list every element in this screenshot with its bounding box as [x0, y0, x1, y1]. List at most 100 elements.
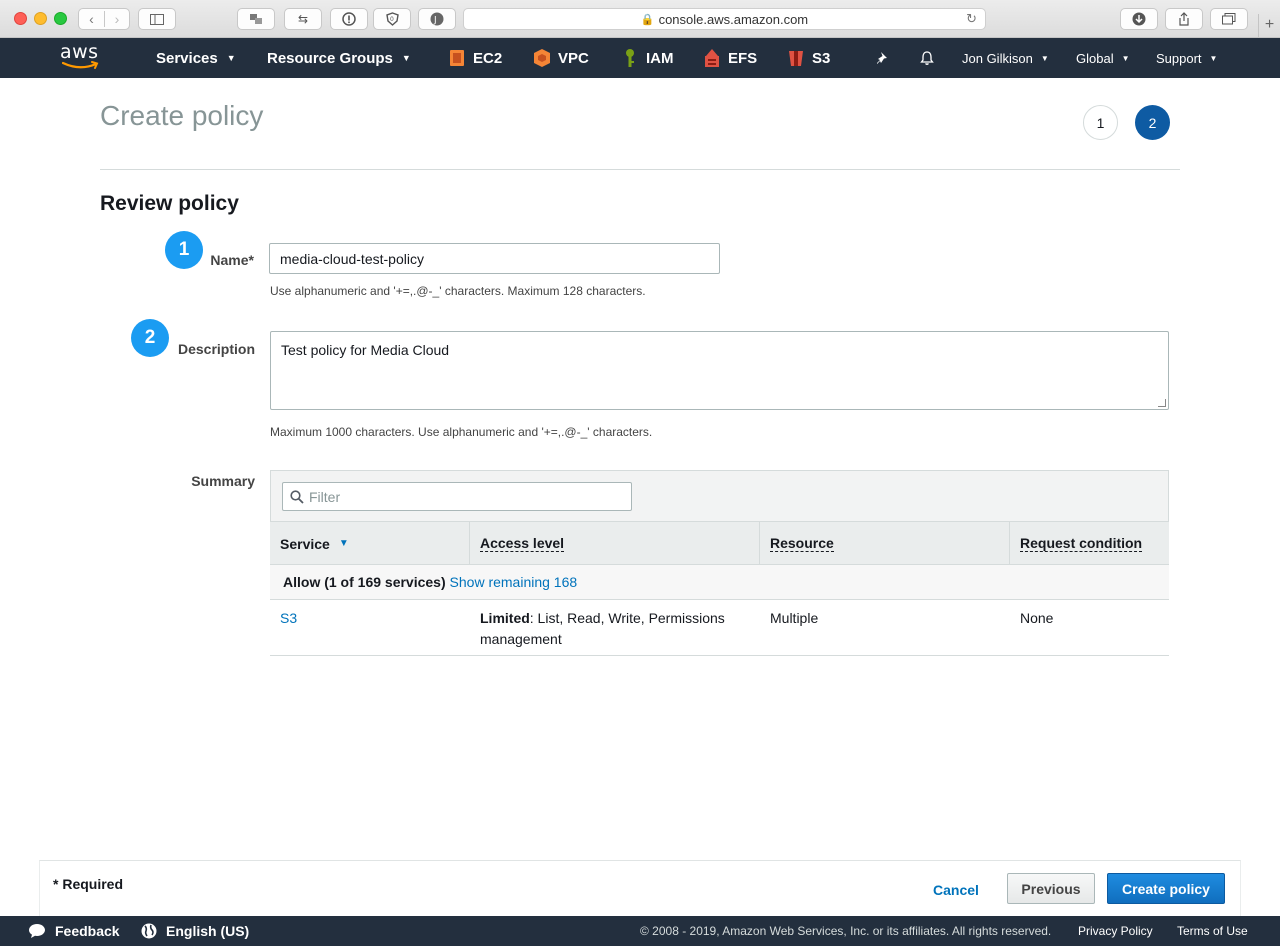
account-menu[interactable]: Jon Gilkison ▼ — [962, 38, 1049, 78]
aws-smile-icon — [62, 61, 99, 69]
required-note: * Required — [53, 876, 124, 892]
chevron-down-icon: ▼ — [1209, 53, 1218, 63]
wizard-step-1[interactable]: 1 — [1083, 105, 1118, 140]
new-tab-button[interactable]: + — [1258, 14, 1280, 38]
share-button[interactable] — [1165, 8, 1203, 30]
allow-group-row: Allow (1 of 169 services) Show remaining… — [270, 565, 1169, 600]
console-footer: Feedback English (US) © 2008 - 2019, Ama… — [0, 916, 1280, 946]
access-level-cell: Limited: List, Read, Write, Permissions … — [480, 608, 750, 650]
history-nav: ‹ › — [78, 8, 130, 30]
chevron-down-icon: ▼ — [1121, 53, 1130, 63]
bell-icon — [920, 51, 934, 65]
resource-groups-menu[interactable]: Resource Groups ▼ — [267, 38, 411, 78]
table-row: S3 Limited: List, Read, Write, Permissio… — [270, 600, 1169, 656]
description-label: Description — [177, 341, 255, 357]
aws-logo-text: aws — [60, 41, 99, 63]
info-circle-icon — [342, 12, 356, 26]
extension-icon — [250, 14, 262, 24]
column-header-label: Access level — [480, 535, 565, 552]
chevron-down-icon: ▼ — [401, 53, 411, 63]
shortcut-label: EFS — [728, 49, 758, 67]
action-footer: * Required Cancel Previous Create policy — [39, 860, 1241, 916]
extension-button-4[interactable]: 0 — [373, 8, 411, 30]
shortcut-ec2[interactable]: EC2 — [448, 38, 502, 78]
vpc-icon — [534, 49, 550, 67]
sidebar-toggle-button[interactable] — [138, 8, 176, 30]
service-link-s3[interactable]: S3 — [280, 610, 297, 626]
forward-icon[interactable]: › — [103, 11, 129, 27]
globe-icon — [141, 923, 157, 939]
back-icon[interactable]: ‹ — [79, 11, 104, 27]
language-selector[interactable]: English (US) — [141, 916, 249, 946]
extension-button-5[interactable]: J — [418, 8, 456, 30]
shortcut-iam[interactable]: IAM — [621, 38, 674, 78]
shortcut-efs[interactable]: EFS — [703, 38, 757, 78]
filter-input[interactable]: Filter — [282, 482, 632, 511]
shortcut-label: EC2 — [473, 49, 503, 67]
shortcut-label: S3 — [812, 49, 831, 67]
section-title: Review policy — [100, 192, 239, 215]
extension-button-1[interactable] — [237, 8, 275, 30]
aws-logo[interactable]: aws — [60, 42, 102, 74]
show-remaining-link[interactable]: Show remaining 168 — [450, 574, 578, 590]
browser-toolbar: ‹ › ⇆ 0 J 🔒 console.aws.amazon.com ↻ + — [0, 0, 1280, 38]
previous-button[interactable]: Previous — [1007, 873, 1095, 904]
name-hint: Use alphanumeric and '+=,.@-_' character… — [270, 284, 646, 298]
efs-icon — [705, 49, 719, 67]
services-label: Services — [156, 49, 218, 67]
tabs-icon — [1222, 13, 1236, 25]
terms-of-use-link[interactable]: Terms of Use — [1177, 916, 1248, 946]
sidebar-icon — [150, 13, 164, 25]
cancel-button[interactable]: Cancel — [933, 882, 979, 898]
column-header-label: Service — [280, 535, 330, 552]
filter-placeholder: Filter — [309, 488, 341, 505]
summary-table: Filter Service ▼ Access level Resource Re… — [270, 470, 1169, 656]
page-title: Create policy — [100, 100, 264, 131]
summary-label: Summary — [191, 473, 255, 489]
sort-descending-icon[interactable]: ▼ — [339, 538, 349, 549]
support-menu[interactable]: Support ▼ — [1156, 38, 1217, 78]
chevron-down-icon: ▼ — [1040, 53, 1049, 63]
zoom-window-button[interactable] — [54, 12, 67, 25]
table-header: Service ▼ Access level Resource Request c… — [270, 521, 1169, 565]
shortcut-vpc[interactable]: VPC — [533, 38, 589, 78]
service-cell: S3 — [280, 608, 297, 629]
services-menu[interactable]: Services ▼ — [156, 38, 236, 78]
column-header-label: Resource — [770, 535, 834, 552]
shortcut-label: VPC — [558, 49, 589, 67]
tabs-overview-button[interactable] — [1210, 8, 1248, 30]
iam-key-icon — [626, 49, 634, 67]
region-label: Global — [1076, 50, 1114, 66]
chevron-down-icon: ▼ — [226, 53, 236, 63]
address-bar[interactable]: 🔒 console.aws.amazon.com ↻ — [463, 8, 986, 30]
create-policy-button[interactable]: Create policy — [1107, 873, 1225, 904]
column-header-request-condition[interactable]: Request condition — [1010, 522, 1169, 565]
resource-cell: Multiple — [770, 610, 819, 626]
column-header-resource[interactable]: Resource — [760, 522, 1010, 565]
extension-button-3[interactable] — [330, 8, 368, 30]
policy-name-input[interactable]: media-cloud-test-policy — [269, 243, 720, 274]
extension-button-2[interactable]: ⇆ — [284, 8, 322, 30]
shortcut-s3[interactable]: S3 — [787, 38, 830, 78]
svg-text:J: J — [433, 16, 437, 26]
close-window-button[interactable] — [14, 12, 27, 25]
description-hint: Maximum 1000 characters. Use alphanumeri… — [270, 425, 653, 439]
condition-cell: None — [1020, 610, 1054, 626]
policy-description-textarea[interactable]: Test policy for Media Cloud — [270, 331, 1169, 410]
feedback-link[interactable]: Feedback — [28, 916, 120, 946]
privacy-policy-link[interactable]: Privacy Policy — [1078, 916, 1153, 946]
speech-bubble-icon — [29, 924, 45, 938]
pin-icon — [877, 52, 887, 64]
minimize-window-button[interactable] — [34, 12, 47, 25]
column-header-service[interactable]: Service ▼ — [270, 522, 470, 565]
pin-button[interactable] — [876, 38, 890, 78]
column-header-label: Request condition — [1020, 535, 1143, 552]
downloads-button[interactable] — [1120, 8, 1158, 30]
resize-handle-icon[interactable] — [1158, 399, 1166, 407]
region-menu[interactable]: Global ▼ — [1076, 38, 1130, 78]
reload-icon[interactable]: ↻ — [966, 11, 977, 27]
svg-text:0: 0 — [390, 16, 394, 23]
column-header-access-level[interactable]: Access level — [470, 522, 760, 565]
search-icon — [290, 490, 304, 504]
notifications-button[interactable] — [919, 38, 935, 78]
